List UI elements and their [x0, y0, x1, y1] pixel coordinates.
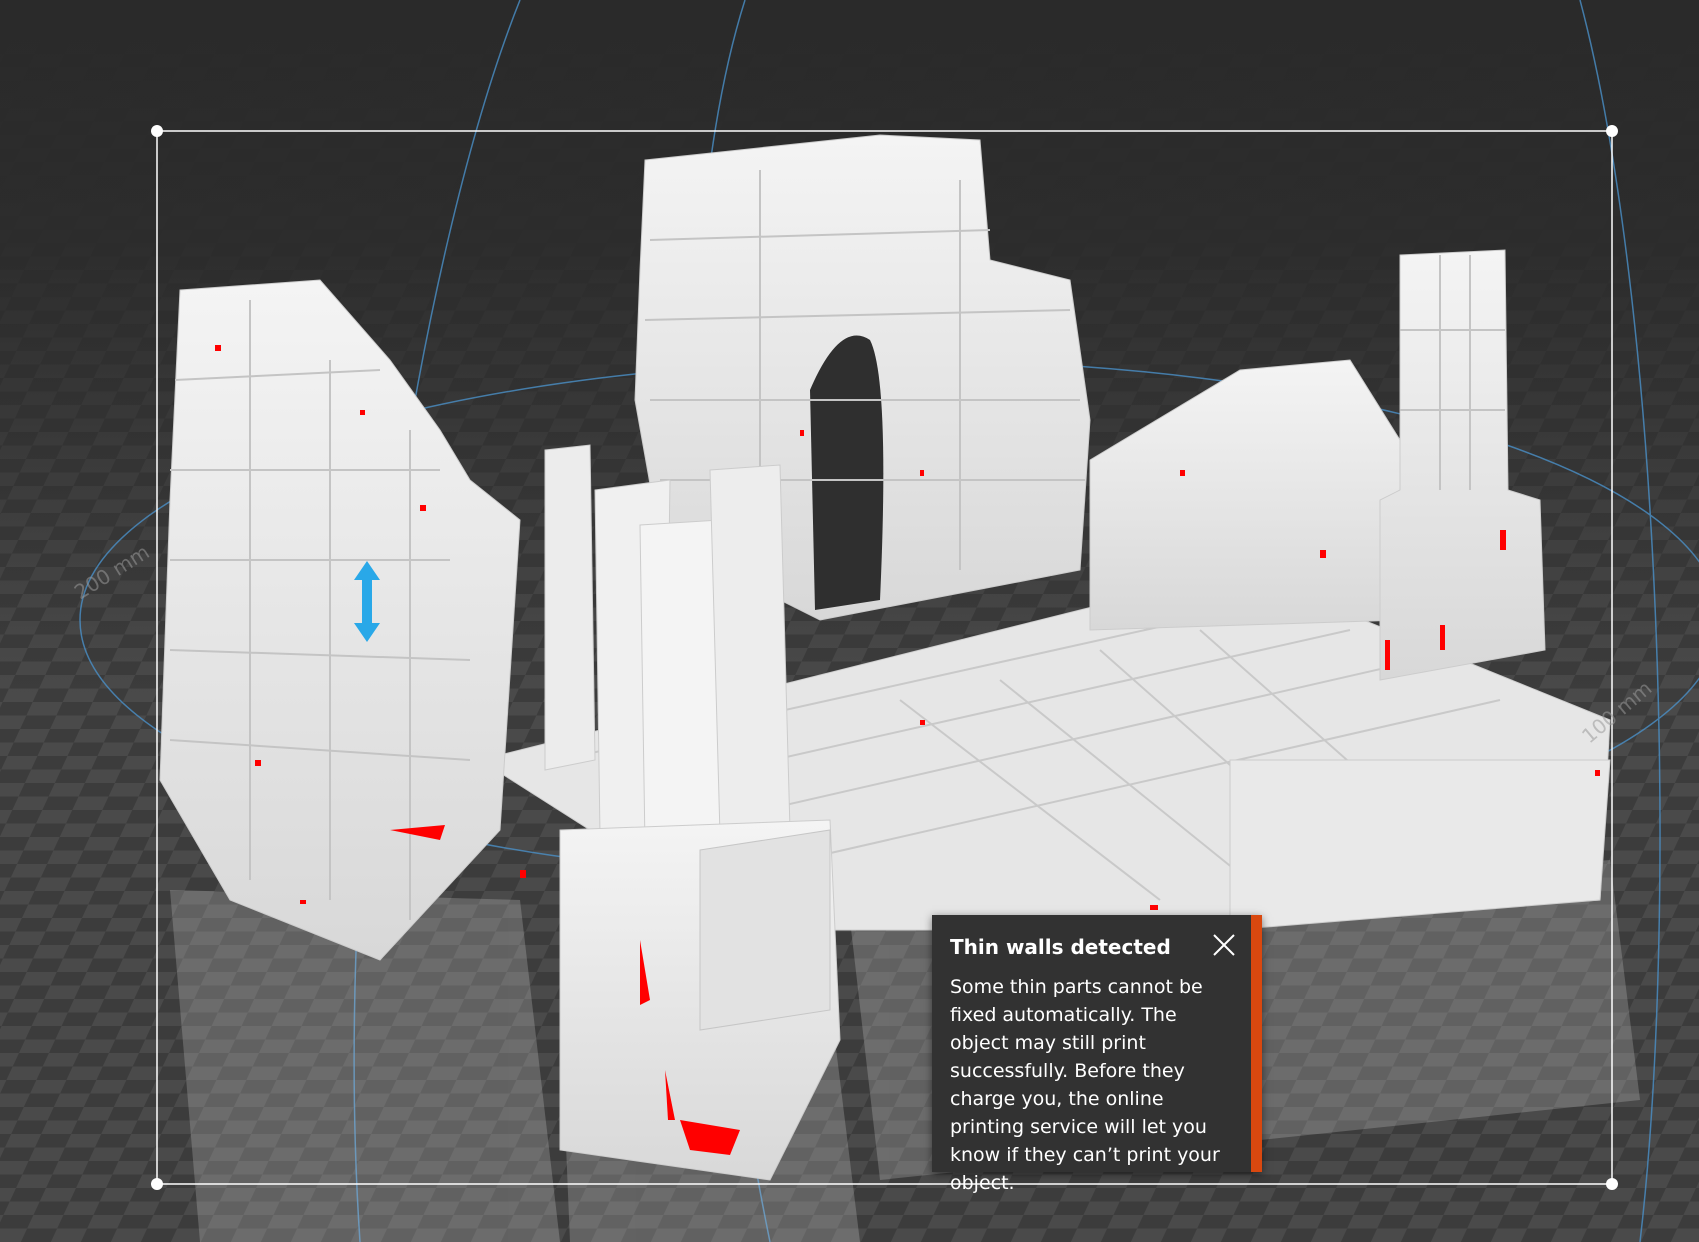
- handle-bottom-right: [1606, 1178, 1618, 1190]
- handle-top-left: [151, 125, 163, 137]
- notification-accent-bar: [1251, 915, 1262, 1172]
- thin-walls-notification: Thin walls detected Some thin parts cann…: [932, 915, 1262, 1194]
- scene-canvas[interactable]: [0, 0, 1699, 1242]
- notification-title: Thin walls detected: [950, 935, 1171, 959]
- handle-top-right: [1606, 125, 1618, 137]
- handle-bottom-left: [151, 1178, 163, 1190]
- close-icon[interactable]: [1210, 931, 1238, 959]
- notification-message: Some thin parts cannot be fixed automati…: [950, 976, 1220, 1194]
- 3d-viewport[interactable]: 200 mm 100 mm Thin walls detected Some t…: [0, 0, 1699, 1242]
